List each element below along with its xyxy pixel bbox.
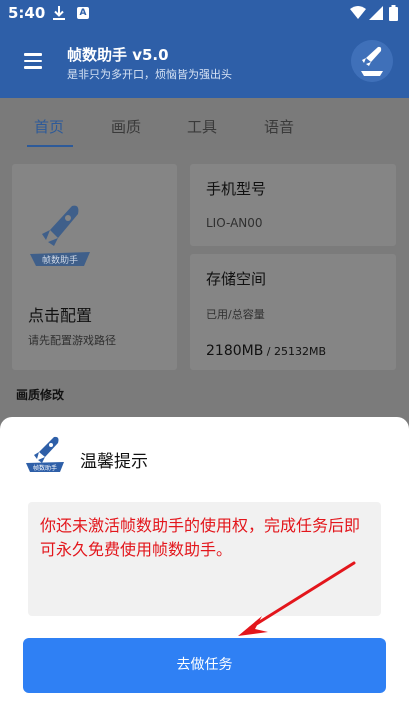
storage-title: 存储空间 [206,270,267,288]
dialog-message: 你还未激活帧数助手的使用权，完成任务后即可永久免费使用帧数助手。 [40,516,361,559]
storage-total: / 25132MB [263,345,327,358]
status-time: 5:40 [8,4,46,22]
dialog-sheet: 帧数助手 温馨提示 你还未激活帧数助手的使用权，完成任务后即可永久免费使用帧数助… [0,417,409,727]
status-bar: 5:40 A [0,0,409,28]
phone-model-title: 手机型号 [206,180,267,198]
tab-voice[interactable]: 语音 [264,116,294,137]
download-icon [53,6,65,20]
rocket-logo-icon: 帧数助手 [30,205,90,266]
notification-a-icon: A [77,7,89,19]
storage-card: 存储空间 已用/总容量 2180MB / 25132MB [190,254,396,370]
menu-icon[interactable] [24,53,42,69]
message-box: 你还未激活帧数助手的使用权，完成任务后即可永久免费使用帧数助手。 [28,502,381,616]
tab-tools[interactable]: 工具 [187,116,217,137]
wifi-icon [350,6,366,19]
app-subtitle: 是非只为多开口，烦恼皆为强出头 [67,68,232,81]
rocket-logo-icon: 帧数助手 [26,436,64,472]
phone-model-card: 手机型号 LIO-AN00 [190,164,396,246]
signal-icon [369,6,383,20]
logo-caption: 帧数助手 [42,254,78,266]
storage-label: 已用/总容量 [206,308,265,321]
config-title: 点击配置 [28,306,93,325]
tab-indicator [27,145,73,147]
battery-icon [389,5,398,21]
logo-caption: 帧数助手 [33,464,57,472]
config-card[interactable]: 帧数助手 点击配置 请先配置游戏路径 [12,164,177,370]
tab-quality[interactable]: 画质 [111,116,141,137]
storage-used: 2180MB [206,343,264,359]
storage-value: 2180MB / 25132MB [206,340,326,359]
app-title: 帧数助手 v5.0 [67,46,169,64]
tab-bar: 首页 画质 工具 语音 [0,98,409,150]
rocket-logo-icon[interactable] [351,40,393,82]
app-bar: 帧数助手 v5.0 是非只为多开口，烦恼皆为强出头 [0,28,409,98]
phone-model-value: LIO-AN00 [206,216,263,230]
do-task-button[interactable]: 去做任务 [23,638,386,693]
config-subtitle: 请先配置游戏路径 [28,334,116,347]
tab-home[interactable]: 首页 [34,116,64,137]
section-label: 画质修改 [16,388,65,402]
dialog-title: 温馨提示 [80,452,148,472]
